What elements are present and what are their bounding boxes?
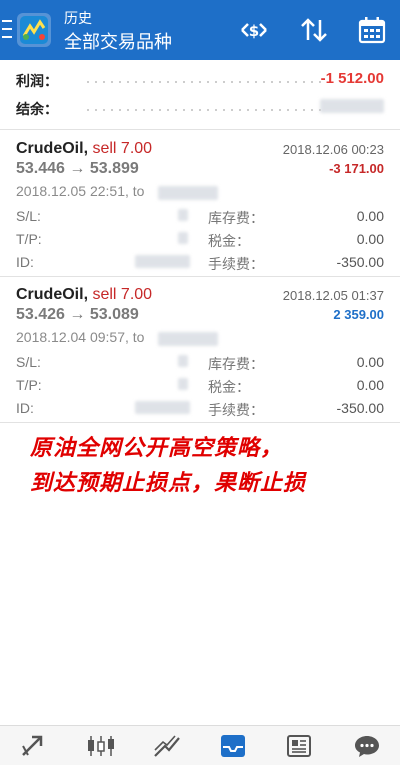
trade-profit: 2 359.00: [333, 307, 384, 322]
tax-label: 税金：: [208, 379, 250, 395]
fee-value: -350.00: [336, 400, 384, 416]
redacted-close-time: [158, 332, 218, 346]
close-date: 2018.12.05 01:37: [282, 288, 384, 303]
chart-lines-icon[interactable]: [133, 726, 199, 766]
open-time: 2018.12.04 09:57, to: [16, 329, 145, 345]
page-title[interactable]: 全部交易品种: [64, 28, 172, 54]
redacted-tp: [178, 232, 188, 244]
swap-label: 库存费：: [208, 356, 264, 372]
app-logo-icon: [16, 12, 52, 48]
tp-label: T/P:: [16, 377, 42, 393]
svg-text:$: $: [249, 22, 259, 40]
trade-prices: 53.446 → 53.899: [16, 160, 139, 177]
redacted-id: [135, 401, 190, 414]
id-label: ID:: [16, 400, 34, 416]
id-label: ID:: [16, 254, 34, 270]
balance-label: 结余：: [16, 101, 58, 117]
swap-value: 0.00: [356, 208, 384, 224]
tax-label: 税金：: [208, 233, 250, 249]
chart-candles-icon[interactable]: [66, 726, 132, 766]
fee-label: 手续费：: [208, 256, 264, 272]
sl-label: S/L:: [16, 208, 41, 224]
sort-icon[interactable]: [298, 14, 330, 46]
menu-icon[interactable]: [2, 14, 14, 46]
trade-profit: -3 171.00: [329, 161, 384, 176]
sl-label: S/L:: [16, 354, 41, 370]
trade-symbol: CrudeOil, sell 7.00: [16, 286, 152, 304]
app-bar: 历史 全部交易品种 $: [0, 0, 400, 60]
deposit-icon[interactable]: $: [238, 14, 270, 46]
tax-value: 0.00: [356, 377, 384, 393]
trade-symbol: CrudeOil, sell 7.00: [16, 140, 152, 158]
news-icon[interactable]: [266, 726, 332, 766]
fee-value: -350.00: [336, 254, 384, 270]
history-inbox-icon[interactable]: [200, 726, 266, 766]
symbol-text: CrudeOil,: [16, 286, 89, 303]
dotted-leader: [84, 81, 324, 83]
chat-icon[interactable]: [333, 726, 399, 766]
trade-row[interactable]: CrudeOil, sell 7.00 2018.12.05 01:37 53.…: [0, 276, 400, 422]
redacted-balance: [320, 99, 384, 113]
redacted-sl: [178, 355, 188, 367]
profit-label: 利润：: [16, 73, 58, 89]
overlay-caption-line2: 到达预期止损点，果断止损: [30, 471, 307, 496]
trade-icon[interactable]: [0, 726, 66, 766]
trade-row[interactable]: CrudeOil, sell 7.00 2018.12.06 00:23 53.…: [0, 130, 400, 276]
redacted-close-time: [158, 186, 218, 200]
trade-type: sell 7.00: [92, 286, 153, 303]
profit-value: -1 512.00: [320, 70, 384, 87]
header-subtitle: 历史: [64, 10, 92, 26]
tax-value: 0.00: [356, 231, 384, 247]
balance-row: 结余：: [16, 95, 384, 119]
swap-label: 库存费：: [208, 210, 264, 226]
summary-panel: 利润： -1 512.00 结余：: [0, 60, 400, 128]
dotted-leader: [84, 109, 324, 111]
trade-type: sell 7.00: [92, 140, 153, 157]
bottom-nav: [0, 725, 400, 765]
redacted-sl: [178, 209, 188, 221]
redacted-tp: [178, 378, 188, 390]
redacted-id: [135, 255, 190, 268]
tp-label: T/P:: [16, 231, 42, 247]
overlay-caption-line1: 原油全网公开高空策略，: [30, 436, 284, 461]
fee-label: 手续费：: [208, 402, 264, 418]
trade-prices: 53.426 → 53.089: [16, 306, 139, 323]
divider: [0, 422, 400, 423]
swap-value: 0.00: [356, 354, 384, 370]
symbol-text: CrudeOil,: [16, 140, 89, 157]
open-time: 2018.12.05 22:51, to: [16, 183, 145, 199]
calendar-icon[interactable]: [356, 14, 388, 46]
close-date: 2018.12.06 00:23: [282, 142, 384, 157]
profit-row: 利润： -1 512.00: [16, 67, 384, 91]
